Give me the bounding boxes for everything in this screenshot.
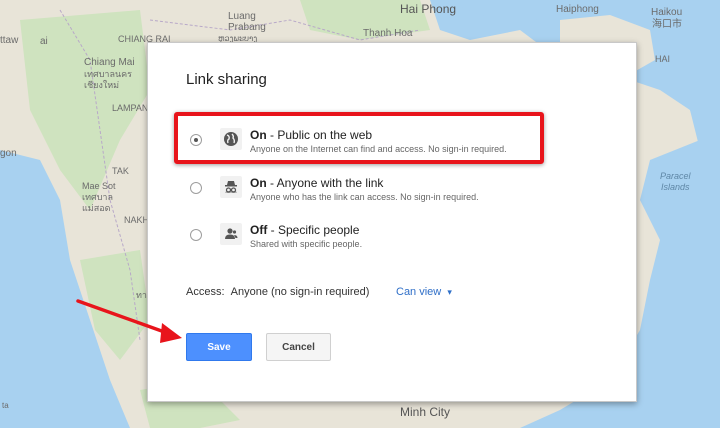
cancel-button[interactable]: Cancel bbox=[266, 333, 331, 361]
map-label-tak: TAK bbox=[112, 166, 129, 176]
map-label-hainan: HAI bbox=[655, 54, 671, 64]
map-label-haikou: Haikou bbox=[651, 7, 683, 18]
map-label-minh-city: Minh City bbox=[400, 405, 451, 419]
radio-specific-people[interactable] bbox=[190, 229, 202, 241]
dialog-title: Link sharing bbox=[186, 71, 267, 88]
map-label-chiang-mai: Chiang Mai bbox=[84, 57, 135, 68]
chevron-down-icon: ▾ bbox=[447, 287, 452, 297]
radio-anyone-with-link[interactable] bbox=[190, 182, 202, 194]
access-value: Anyone (no sign-in required) bbox=[230, 286, 370, 298]
map-label-ttaw: ttaw bbox=[0, 35, 19, 46]
map-label-mae-sot: Mae Sot เทศบาล แม่สอด bbox=[82, 181, 116, 213]
option-description: Anyone who has the link can access. No s… bbox=[250, 192, 479, 202]
map-label-luang-prabang: Luang Prabang bbox=[228, 11, 266, 33]
map-label-ai: ai bbox=[40, 36, 48, 47]
option-title: On - Anyone with the link bbox=[250, 176, 384, 190]
can-view-dropdown[interactable]: Can view ▾ bbox=[396, 286, 452, 298]
map-label-chiang-mai-local: เทศบาลนคร เชียงใหม่ bbox=[84, 69, 133, 90]
option-description: Shared with specific people. bbox=[250, 239, 363, 249]
map-label-tha: ทา bbox=[136, 290, 147, 300]
map-label-gon: gon bbox=[0, 148, 17, 159]
map-label-hai-phong: Hai Phong bbox=[400, 2, 457, 16]
save-button[interactable]: Save bbox=[186, 333, 252, 361]
map-label-haikou-cn: 海口市 bbox=[652, 19, 682, 30]
map-label-paracel: Paracel Islands bbox=[660, 171, 691, 192]
highlight-box bbox=[174, 112, 544, 164]
map-label-haiphong: Haiphong bbox=[556, 4, 599, 15]
map-label-lampang: LAMPAN bbox=[112, 103, 149, 113]
access-label: Access: bbox=[186, 286, 225, 298]
map-label-thanh-hoa: Thanh Hoa bbox=[363, 28, 413, 39]
incognito-icon bbox=[220, 176, 242, 198]
option-title: Off - Specific people bbox=[250, 223, 360, 237]
link-sharing-dialog: Link sharing On - Public on the web Anyo… bbox=[147, 42, 637, 402]
map-label-ta: ta bbox=[2, 401, 9, 410]
can-view-label: Can view bbox=[396, 286, 442, 298]
person-icon bbox=[220, 223, 242, 245]
option-specific-people[interactable]: Off - Specific people Shared with specif… bbox=[186, 223, 566, 263]
access-row: Access: Anyone (no sign-in required) bbox=[186, 286, 369, 298]
map-label-nakhon: NAKH bbox=[124, 215, 150, 225]
option-anyone-with-link[interactable]: On - Anyone with the link Anyone who has… bbox=[186, 176, 566, 216]
